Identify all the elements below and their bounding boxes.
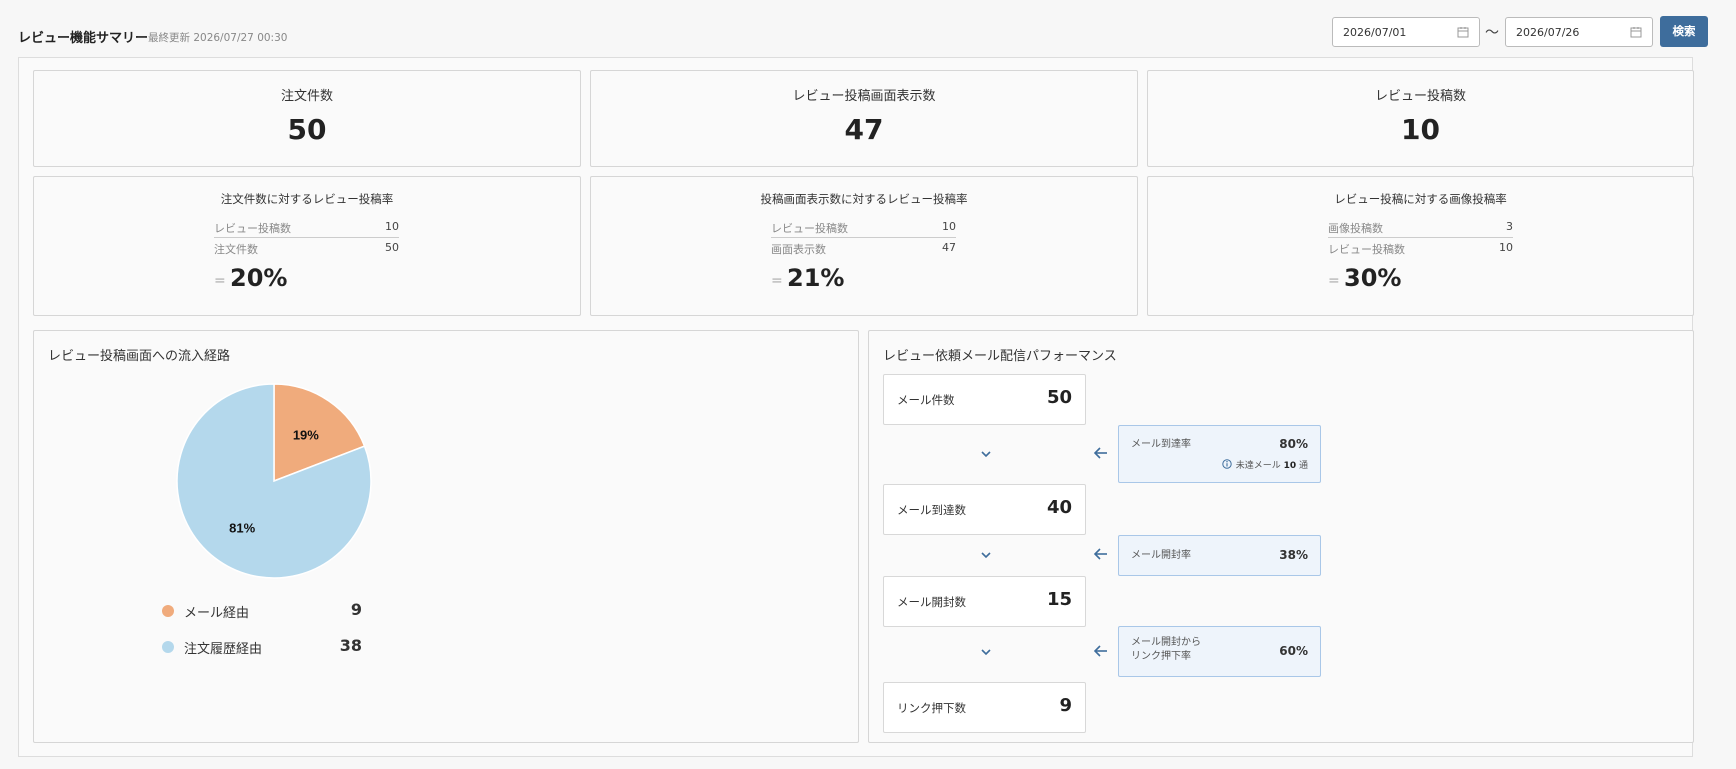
funnel-step-mails: メール件数 50 xyxy=(883,374,1086,425)
denominator-label: 注文件数 xyxy=(214,243,258,256)
legend-label: 注文履歴経由 xyxy=(184,642,263,657)
denominator-label: レビュー投稿数 xyxy=(1328,243,1405,256)
step-value: 9 xyxy=(1059,695,1072,716)
panel-title: レビュー投稿画面への流入経路 xyxy=(48,349,231,364)
equals-sign: = xyxy=(771,273,783,289)
arrow-left-icon xyxy=(1093,447,1107,459)
legend-count: 9 xyxy=(350,600,362,619)
date-from-input[interactable]: 2026/07/01 xyxy=(1332,17,1480,47)
legend-swatch xyxy=(162,641,174,653)
rate-title: 注文件数に対するレビュー投稿率 xyxy=(220,192,394,206)
numerator-label: 画像投稿数 xyxy=(1328,222,1383,235)
panel-title: レビュー依頼メール配信パフォーマンス xyxy=(883,349,1117,364)
step-label: メール到達数 xyxy=(897,503,966,517)
date-range-separator: 〜 xyxy=(1485,25,1499,41)
date-from-value: 2026/07/01 xyxy=(1343,26,1407,39)
kpi-card-reviews: レビュー投稿数 10 xyxy=(1147,70,1694,167)
denominator-label: 画面表示数 xyxy=(771,243,826,256)
rate-numerator: レビュー投稿数 10 xyxy=(771,220,956,238)
undelivered-count: 10 xyxy=(1283,461,1297,471)
numerator-value: 10 xyxy=(385,220,399,233)
legend-label: メール経由 xyxy=(184,606,250,621)
kpi-card-views: レビュー投稿画面表示数 47 xyxy=(590,70,1138,167)
kpi-value: 10 xyxy=(1401,113,1440,146)
traffic-source-panel: レビュー投稿画面への流入経路 19% 81% メール経由 9 注文履歴経由 38 xyxy=(33,330,859,743)
rate-title: 投稿画面表示数に対するレビュー投稿率 xyxy=(760,192,968,206)
last-updated: 最終更新 2026/07/27 00:30 xyxy=(148,32,288,44)
pie-slice-label: 81% xyxy=(229,520,255,535)
denominator-value: 50 xyxy=(385,241,399,254)
rate-value: 20% xyxy=(230,264,288,292)
rate-label: メール開封から リンク押下率 xyxy=(1131,636,1201,664)
chevron-down-icon xyxy=(981,451,991,458)
rate-denominator: レビュー投稿数 10 xyxy=(1328,241,1513,259)
search-button[interactable]: 検索 xyxy=(1660,16,1708,47)
rate-label-line1: メール開封から xyxy=(1131,637,1201,648)
chevron-down-icon xyxy=(981,649,991,656)
pie-slice-label: 19% xyxy=(293,428,319,443)
rate-card-orders: 注文件数に対するレビュー投稿率 レビュー投稿数 10 注文件数 50 = 20% xyxy=(33,176,581,316)
date-to-input[interactable]: 2026/07/26 xyxy=(1505,17,1653,47)
rate-numerator: レビュー投稿数 10 xyxy=(214,220,399,238)
rate-label-line2: リンク押下率 xyxy=(1131,651,1191,662)
info-icon xyxy=(1221,459,1232,469)
kpi-value: 47 xyxy=(844,113,884,146)
rate-value: 80% xyxy=(1279,437,1308,451)
kpi-label: 注文件数 xyxy=(280,89,333,104)
rate-value: 60% xyxy=(1279,644,1308,658)
step-label: リンク押下数 xyxy=(897,701,966,715)
arrow-left-icon xyxy=(1093,645,1107,657)
rate-box-open: メール開封率 38% xyxy=(1118,535,1321,576)
legend-item-mail: メール経由 9 xyxy=(162,600,362,621)
step-value: 15 xyxy=(1046,589,1072,610)
denominator-value: 47 xyxy=(942,241,956,254)
step-value: 50 xyxy=(1046,387,1072,408)
legend-count: 38 xyxy=(339,636,362,655)
rate-denominator: 注文件数 50 xyxy=(214,241,399,259)
undelivered-label: 未達メール xyxy=(1235,461,1281,471)
funnel-step-link-clicks: リンク押下数 9 xyxy=(883,682,1086,733)
undelivered-note: 未達メール 10 通 xyxy=(1221,458,1308,471)
denominator-value: 10 xyxy=(1499,241,1513,254)
step-value: 40 xyxy=(1046,497,1072,518)
calendar-icon[interactable] xyxy=(1457,26,1469,38)
rate-card-views: 投稿画面表示数に対するレビュー投稿率 レビュー投稿数 10 画面表示数 47 =… xyxy=(590,176,1138,316)
kpi-value: 50 xyxy=(287,113,327,146)
funnel-step-opened: メール開封数 15 xyxy=(883,576,1086,627)
step-label: メール開封数 xyxy=(897,595,966,609)
rate-box-link-click: メール開封から リンク押下率 60% xyxy=(1118,626,1321,677)
numerator-value: 10 xyxy=(942,220,956,233)
rate-value: 21% xyxy=(787,264,845,292)
legend-swatch xyxy=(162,605,174,617)
rate-value: 30% xyxy=(1344,264,1402,292)
kpi-label: レビュー投稿画面表示数 xyxy=(792,89,936,104)
calendar-icon[interactable] xyxy=(1630,26,1642,38)
traffic-pie-chart: 19% 81% xyxy=(176,383,372,579)
kpi-label: レビュー投稿数 xyxy=(1374,89,1466,104)
numerator-value: 3 xyxy=(1506,220,1513,233)
chevron-down-icon xyxy=(981,552,991,559)
undelivered-unit: 通 xyxy=(1298,461,1308,471)
rate-box-delivery: メール到達率 80% 未達メール 10 通 xyxy=(1118,425,1321,483)
numerator-label: レビュー投稿数 xyxy=(214,222,291,235)
legend-item-order-history: 注文履歴経由 38 xyxy=(162,636,362,657)
funnel-step-delivered: メール到達数 40 xyxy=(883,484,1086,535)
equals-sign: = xyxy=(1328,273,1340,289)
kpi-card-orders: 注文件数 50 xyxy=(33,70,581,167)
step-label: メール件数 xyxy=(897,393,955,407)
summary-container: 注文件数 50 レビュー投稿画面表示数 47 レビュー投稿数 10 注文件数に対… xyxy=(18,57,1694,757)
date-to-value: 2026/07/26 xyxy=(1516,26,1580,39)
numerator-label: レビュー投稿数 xyxy=(771,222,848,235)
rate-value: 38% xyxy=(1279,548,1308,562)
mail-performance-panel: レビュー依頼メール配信パフォーマンス メール件数 50 メール到達数 40 メー… xyxy=(868,330,1694,743)
rate-denominator: 画面表示数 47 xyxy=(771,241,956,259)
rate-label: メール開封率 xyxy=(1131,550,1191,561)
rate-title: レビュー投稿に対する画像投稿率 xyxy=(1334,192,1507,206)
rate-card-images: レビュー投稿に対する画像投稿率 画像投稿数 3 レビュー投稿数 10 = 30% xyxy=(1147,176,1694,316)
rate-numerator: 画像投稿数 3 xyxy=(1328,220,1513,238)
page-title: レビュー機能サマリー xyxy=(18,31,149,46)
rate-label: メール到達率 xyxy=(1131,439,1191,450)
equals-sign: = xyxy=(214,273,226,289)
arrow-left-icon xyxy=(1093,548,1107,560)
